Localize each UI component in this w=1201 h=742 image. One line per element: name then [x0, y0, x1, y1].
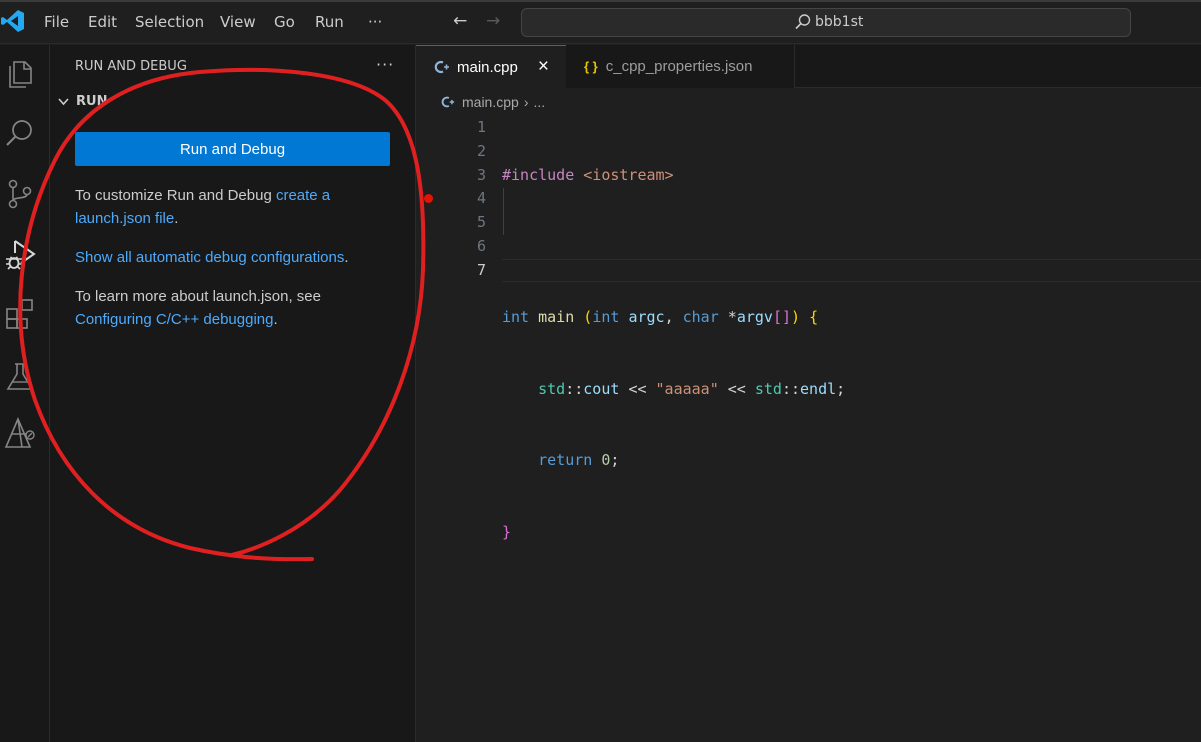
configuring-cpp-debugging-link[interactable]: Configuring C/C++ debugging	[75, 311, 273, 328]
line-number: 2	[476, 141, 486, 160]
command-center-search[interactable]: bbb1st	[521, 8, 1131, 37]
code-line: std::cout << "aaaaa" << std::endl;	[538, 379, 846, 398]
run-and-debug-button[interactable]: Run and Debug	[75, 132, 390, 166]
menu-more-icon[interactable]: ···	[368, 13, 382, 31]
menu-selection[interactable]: Selection	[135, 13, 204, 31]
chevron-down-icon	[58, 98, 69, 106]
code-line: ​	[502, 235, 845, 259]
run-debug-sidebar: RUN AND DEBUG ··· RUN Run and Debug To c…	[50, 45, 416, 742]
line-number: 3	[476, 165, 486, 184]
code-editor[interactable]: #include <iostream> ​ int main (int argc…	[502, 116, 845, 663]
learn-more-text: To learn more about launch.json, see Con…	[75, 285, 375, 331]
title-bar: File Edit Selection View Go Run ··· ← → …	[0, 0, 1201, 44]
remote-explorer-icon[interactable]	[3, 416, 37, 450]
breadcrumb-file[interactable]: main.cpp	[462, 94, 519, 110]
tab-close-icon[interactable]: ×	[538, 56, 549, 78]
sidebar-more-actions-icon[interactable]: ···	[376, 55, 394, 74]
title-bar-top-border	[0, 0, 1201, 2]
sidebar-title: RUN AND DEBUG	[75, 59, 187, 74]
code-line: return 0;	[538, 451, 620, 470]
vscode-logo-icon[interactable]	[0, 8, 26, 34]
extensions-icon[interactable]	[3, 295, 37, 329]
search-icon	[795, 14, 811, 30]
menu-go[interactable]: Go	[274, 13, 295, 31]
cpp-file-icon	[434, 60, 449, 74]
line-number: 6	[476, 236, 486, 255]
line-number: 1	[476, 118, 486, 136]
code-line: int main (int argc, char *argv[]) {	[502, 308, 819, 327]
code-line: }	[502, 522, 512, 541]
customize-text: To customize Run and Debug create a laun…	[75, 184, 375, 230]
tab-main-cpp-label: main.cpp	[457, 58, 518, 76]
line-number: 4	[476, 189, 486, 208]
tab-c-cpp-properties-json[interactable]: { } c_cpp_properties.json	[566, 45, 795, 88]
source-control-icon[interactable]	[3, 177, 37, 211]
editor-area: main.cpp × { } c_cpp_properties.json mai…	[416, 45, 1201, 742]
run-section-label: RUN	[76, 94, 108, 109]
explorer-icon[interactable]	[3, 57, 37, 91]
menu-view[interactable]: View	[220, 13, 256, 31]
cpp-file-icon	[441, 96, 455, 108]
breadcrumb: main.cpp › ...	[441, 94, 545, 110]
customize-label: To customize Run and Debug	[75, 187, 276, 204]
back-arrow-icon[interactable]: ←	[453, 11, 467, 31]
menu-edit[interactable]: Edit	[88, 13, 117, 31]
workspace-name: bbb1st	[815, 14, 864, 30]
run-debug-icon[interactable]	[3, 237, 37, 271]
learn-period: .	[273, 311, 278, 328]
customize-period: .	[174, 210, 179, 227]
show-configurations-text: Show all automatic debug configurations.	[75, 246, 375, 269]
editor-tab-bar: main.cpp × { } c_cpp_properties.json	[416, 45, 1201, 88]
show-automatic-configurations-link[interactable]: Show all automatic debug configurations	[75, 249, 344, 266]
menu-file[interactable]: File	[44, 13, 69, 31]
learn-more-label: To learn more about launch.json, see	[75, 288, 321, 305]
breadcrumb-more[interactable]: ...	[533, 94, 545, 110]
code-line: ​	[502, 592, 845, 616]
breadcrumb-separator: ›	[523, 94, 529, 110]
activity-bar	[0, 45, 50, 742]
forward-arrow-icon[interactable]: →	[486, 11, 500, 31]
show-period: .	[344, 249, 349, 266]
json-file-icon: { }	[584, 59, 598, 74]
line-number: 7	[476, 260, 486, 279]
tab-json-label: c_cpp_properties.json	[605, 58, 753, 75]
code-line: #include <iostream>	[502, 165, 674, 184]
menu-run[interactable]: Run	[315, 13, 344, 31]
testing-icon[interactable]	[3, 359, 37, 393]
line-number: 5	[476, 213, 486, 232]
tab-main-cpp[interactable]: main.cpp ×	[416, 45, 566, 88]
line-number-gutter: 1 2 3 4 5 6 7	[446, 116, 486, 283]
breakpoint-marker[interactable]	[424, 194, 433, 203]
search-icon[interactable]	[3, 116, 37, 150]
run-section-header[interactable]: RUN	[57, 94, 107, 109]
